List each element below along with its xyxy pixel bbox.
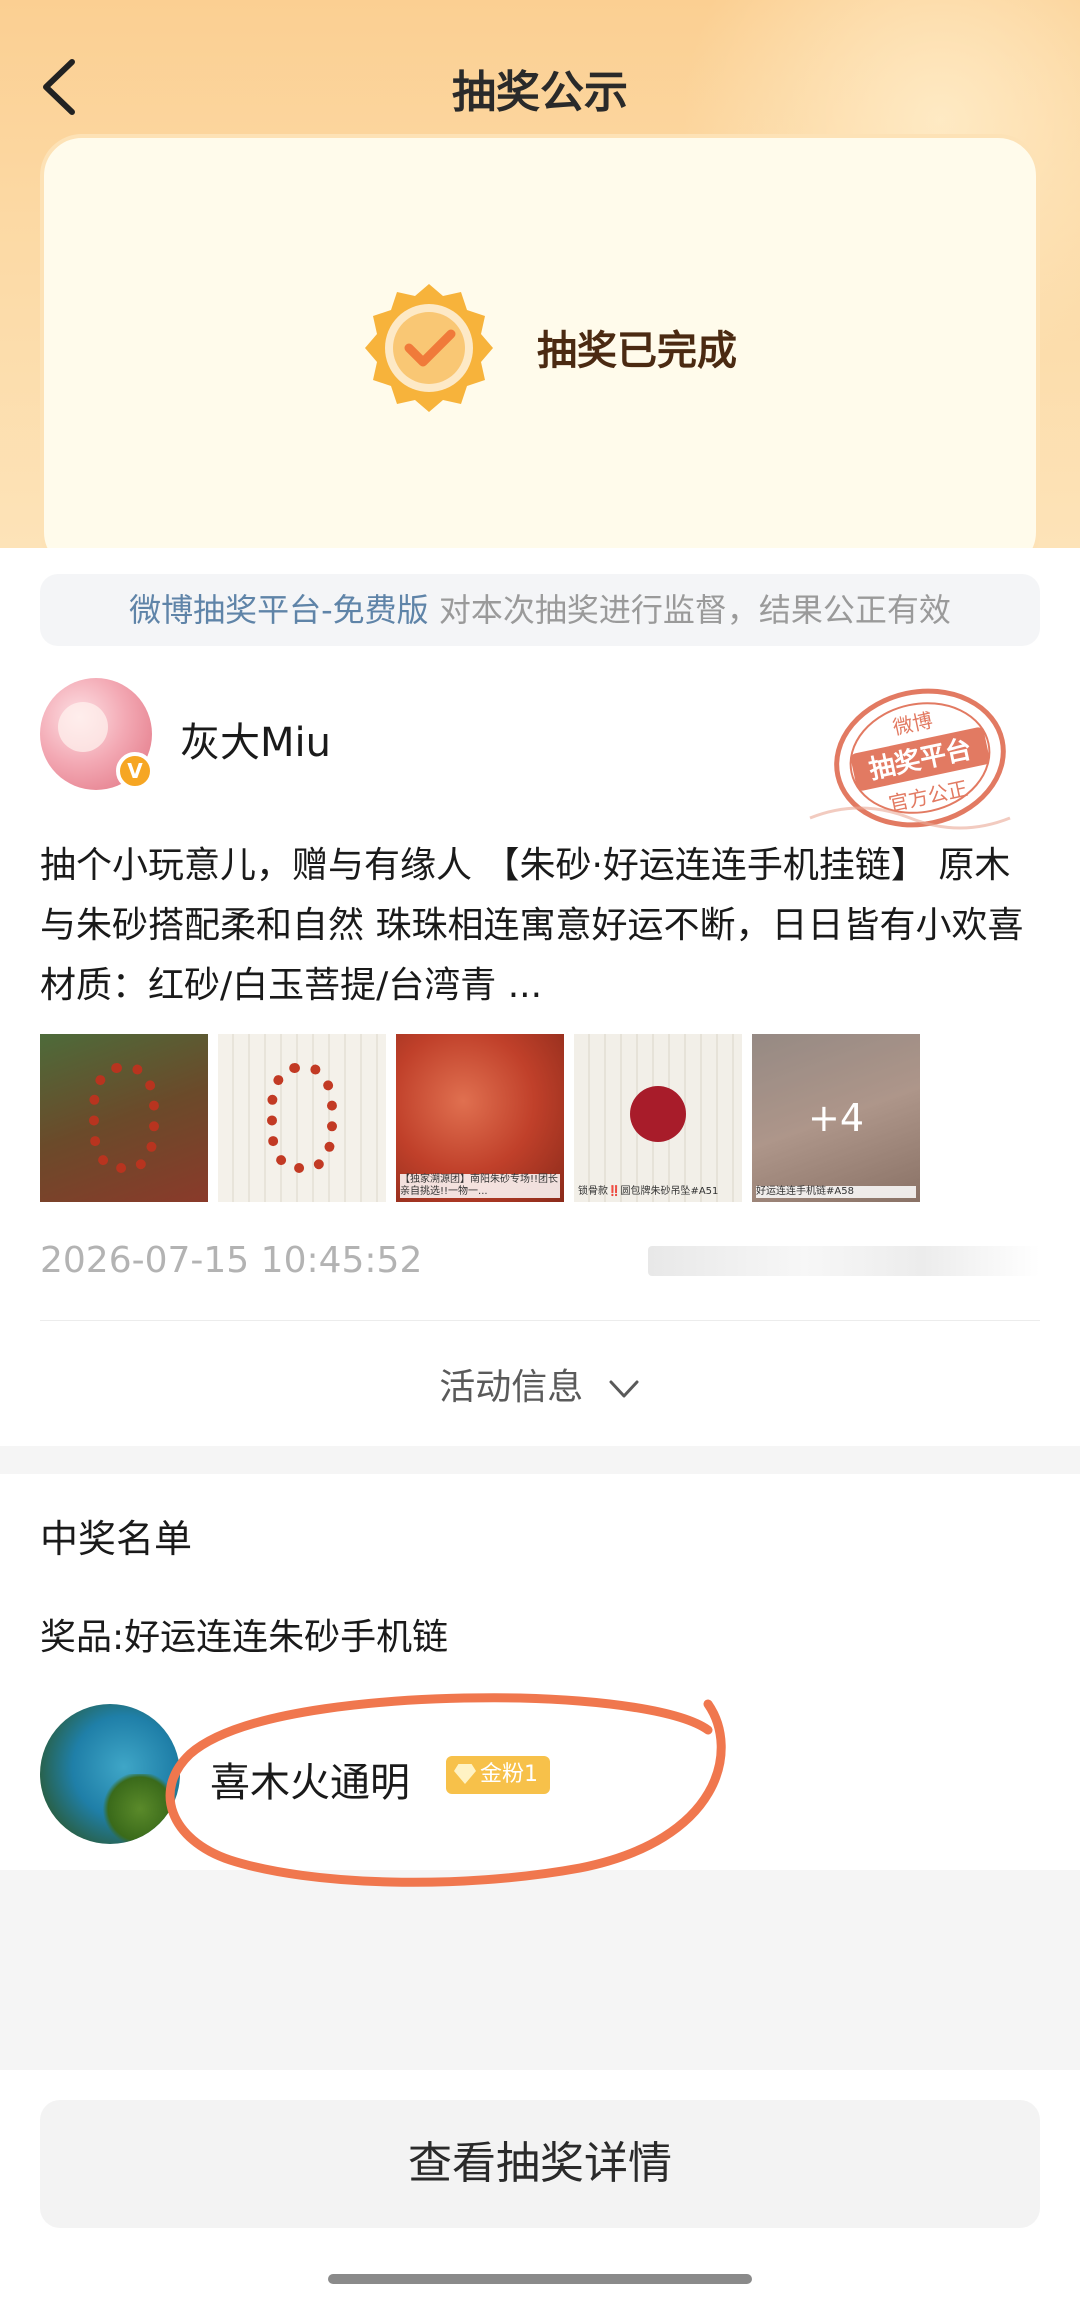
check-badge-icon <box>359 278 499 418</box>
section-gap <box>0 1446 1080 1474</box>
platform-notice-text: 对本次抽奖进行监督，结果公正有效 <box>428 591 951 629</box>
post-image[interactable] <box>40 1034 208 1202</box>
post-image[interactable]: 锁骨款‼️圆包牌朱砂吊坠#A51 <box>574 1034 742 1202</box>
activity-info-toggle[interactable]: 活动信息 <box>0 1358 1080 1410</box>
view-lottery-details-button[interactable]: 查看抽奖详情 <box>40 2100 1040 2228</box>
post-image[interactable] <box>218 1034 386 1202</box>
divider <box>40 1320 1040 1321</box>
verified-badge: V <box>116 752 154 790</box>
post-content[interactable]: 抽个小玩意儿，赠与有缘人 【朱砂·好运连连手机挂链】 原木与朱砂搭配柔和自然 珠… <box>40 836 1040 1016</box>
page-title: 抽奖公示 <box>452 67 628 118</box>
platform-link[interactable]: 微博抽奖平台-免费版 <box>129 591 429 629</box>
post-card: 微博抽奖平台-免费版 对本次抽奖进行监督，结果公正有效 V 灰大Miu 微博 抽… <box>0 548 1080 1446</box>
redacted-info <box>648 1246 1040 1276</box>
prize-label: 奖品:好运连连朱砂手机链 <box>40 1617 449 1658</box>
home-indicator[interactable] <box>328 2274 752 2284</box>
winner-list-section: 中奖名单 奖品:好运连连朱砂手机链 喜木火通明 金粉1 <box>0 1474 1080 1870</box>
activity-info-label: 活动信息 <box>439 1367 584 1408</box>
status-text: 抽奖已完成 <box>537 328 737 374</box>
platform-notice: 微博抽奖平台-免费版 对本次抽奖进行监督，结果公正有效 <box>40 574 1040 646</box>
post-image[interactable]: 【独家溯源团】南阳朱砂专场!!团长亲自挑选!!一物一... <box>396 1034 564 1202</box>
post-timestamp: 2026-07-15 10:45:52 <box>40 1240 423 1281</box>
gem-icon <box>454 1764 476 1784</box>
fan-level-badge: 金粉1 <box>446 1756 550 1794</box>
image-grid: 【独家溯源团】南阳朱砂专场!!团长亲自挑选!!一物一... 锁骨款‼️圆包牌朱砂… <box>40 1034 1040 1204</box>
svg-text:微博: 微博 <box>891 708 935 740</box>
empty-area <box>0 1870 1080 2070</box>
official-stamp: 微博 抽奖平台 官方公正 <box>800 668 1040 848</box>
chevron-down-icon <box>609 1380 639 1398</box>
winner-name[interactable]: 喜木火通明 <box>210 1750 410 1808</box>
status-card: 抽奖已完成 <box>40 134 1040 574</box>
image-caption: 【独家溯源团】南阳朱砂专场!!团长亲自挑选!!一物一... <box>400 1174 560 1198</box>
winner-avatar[interactable] <box>40 1704 180 1844</box>
author-name[interactable]: 灰大Miu <box>180 710 331 768</box>
more-images-count: +4 <box>752 1034 920 1202</box>
winner-list-title: 中奖名单 <box>40 1517 193 1561</box>
image-caption: 锁骨款‼️圆包牌朱砂吊坠#A51 <box>578 1186 719 1197</box>
footer: 查看抽奖详情 <box>0 2070 1080 2300</box>
post-image[interactable]: +4 好运连连手机链#A58 <box>752 1034 920 1202</box>
image-caption: 好运连连手机链#A58 <box>756 1186 916 1198</box>
